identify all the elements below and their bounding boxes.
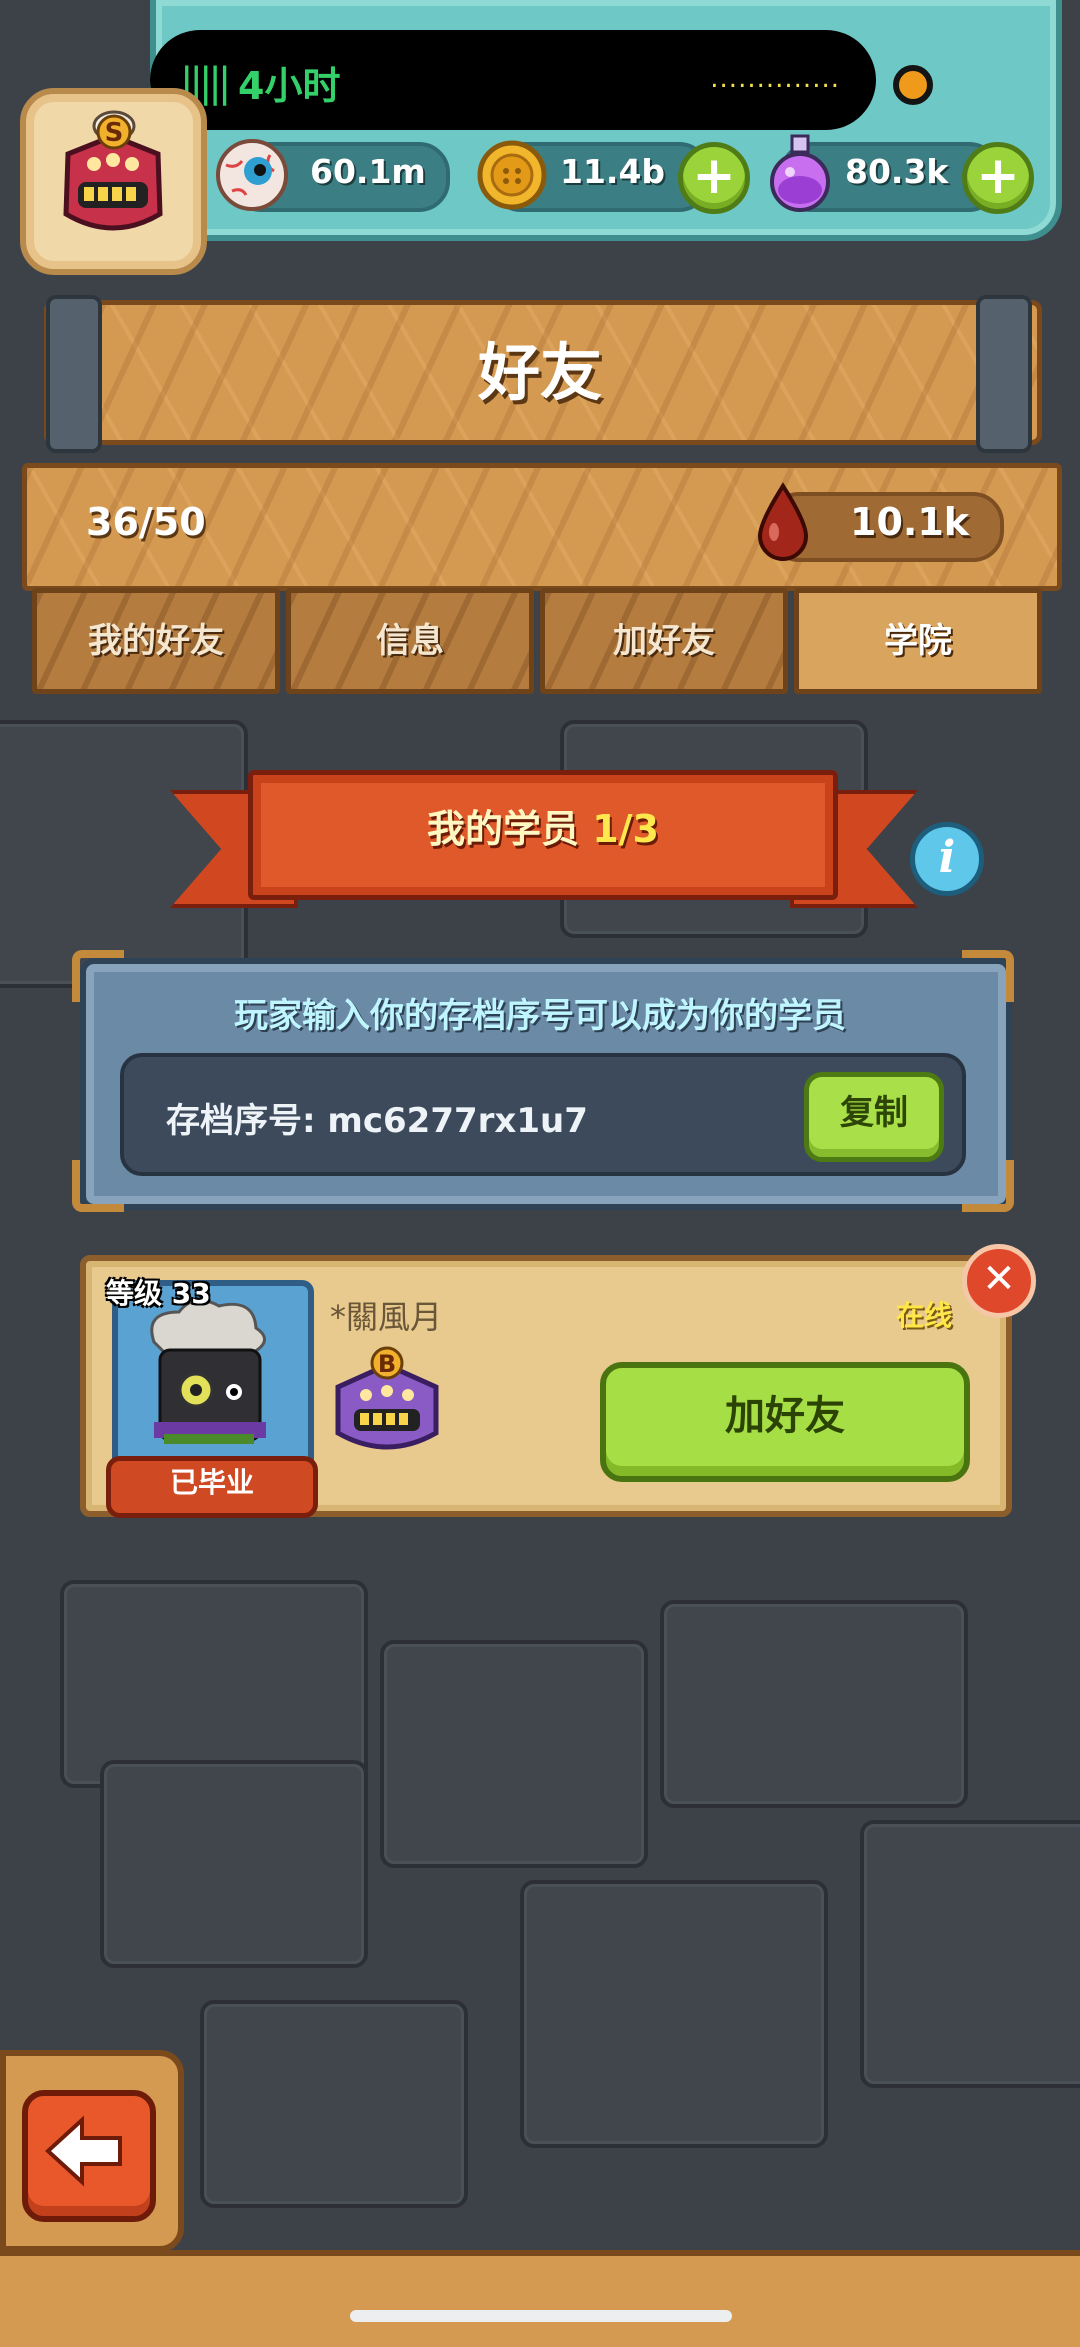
- panel-corner: [962, 1160, 1014, 1212]
- gold-value: 11.4b: [560, 152, 666, 191]
- tab-messages[interactable]: 信息: [286, 588, 534, 694]
- tab-add-friend[interactable]: 加好友: [540, 588, 788, 694]
- student-rank-letter: B: [378, 1350, 396, 1378]
- copy-button[interactable]: 复制: [804, 1072, 944, 1162]
- remove-student-button[interactable]: ✕: [962, 1244, 1036, 1318]
- back-button[interactable]: [22, 2090, 156, 2222]
- blood-drop-icon: [757, 482, 809, 561]
- gold-coin-icon: [477, 140, 547, 210]
- activity-time: 4小时: [238, 64, 341, 108]
- monster-face-icon: S: [63, 110, 163, 231]
- panel-corner: [72, 1160, 124, 1212]
- potion-value: 80.3k: [845, 152, 949, 191]
- serial-number: 存档序号: mc6277rx1u7: [166, 1101, 588, 1141]
- stone-slab: [380, 1640, 648, 1868]
- camera-indicator: [893, 65, 933, 105]
- player-rank-letter: S: [105, 118, 124, 148]
- blood-value: 10.1k: [850, 500, 970, 544]
- potion-icon: [770, 134, 830, 212]
- online-status: 在线: [896, 1299, 953, 1332]
- page-title: 好友: [477, 336, 602, 409]
- students-count: 1/3: [592, 807, 659, 851]
- eyeball-value: 60.1m: [310, 152, 426, 191]
- stone-slab: [520, 1880, 828, 2148]
- wood-floor: [0, 2250, 1080, 2347]
- stone-slab: [100, 1760, 368, 1968]
- stone-slab: [60, 1580, 368, 1788]
- stone-slab: [860, 1820, 1080, 2088]
- chef-monster-icon: [124, 1292, 294, 1462]
- student-name: *關風月: [330, 1298, 443, 1336]
- students-banner-text: 我的学员 1/3: [248, 798, 838, 853]
- stone-slab: [660, 1600, 968, 1808]
- graduated-badge: 已毕业: [106, 1456, 318, 1518]
- back-arrow-icon: [45, 2115, 122, 2187]
- player-avatar[interactable]: S: [20, 88, 207, 275]
- tab-academy[interactable]: 学院: [794, 588, 1042, 694]
- friend-tabs: 我的好友 信息 加好友 学院: [32, 588, 1048, 694]
- stone-slab: [200, 2000, 468, 2208]
- add-friend-button[interactable]: 加好友: [600, 1362, 970, 1482]
- info-button[interactable]: i: [910, 822, 984, 896]
- invite-heading: 玩家输入你的存档序号可以成为你的学员: [234, 996, 846, 1036]
- friend-count: 36/50: [86, 500, 206, 544]
- home-indicator[interactable]: [350, 2310, 732, 2322]
- students-banner-label: 我的学员: [426, 807, 579, 851]
- eyeball-icon: [216, 139, 288, 211]
- student-rank-icon: B: [335, 1346, 439, 1450]
- add-potion-button[interactable]: +: [962, 142, 1034, 214]
- dynamic-island: ||||| 4小时 ..............: [150, 30, 876, 130]
- tab-my-friends[interactable]: 我的好友: [32, 588, 280, 694]
- activity-dots: ..............: [710, 64, 840, 94]
- student-level: 等级 33: [106, 1277, 211, 1310]
- stone-slab: [0, 720, 248, 988]
- add-gold-button[interactable]: +: [678, 142, 750, 214]
